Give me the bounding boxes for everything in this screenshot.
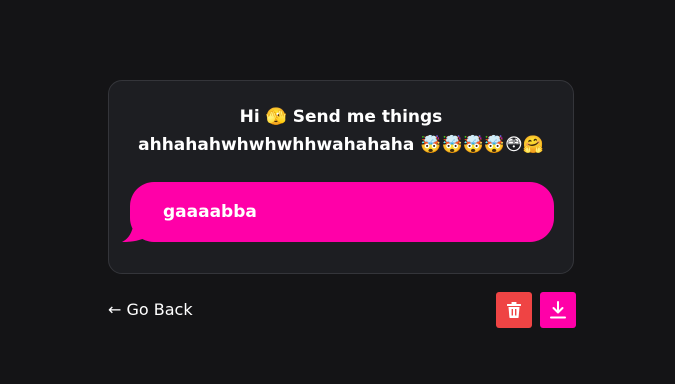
message-card: Hi 🫣 Send me things ahhahahwhwhwhhwahaha… [108, 80, 574, 274]
bubble-body: gaaaabba [130, 182, 554, 242]
download-button[interactable] [540, 292, 576, 328]
delete-button[interactable] [496, 292, 532, 328]
message-bubble: gaaaabba [122, 182, 554, 242]
download-icon [550, 301, 566, 319]
prompt-line-2: ahhahahwhwhwhhwahahaha 🤯🤯🤯🤯😳🤗 [138, 135, 544, 155]
message-text: gaaaabba [163, 202, 257, 222]
prompt-line-1: Hi 🫣 Send me things [239, 107, 443, 127]
go-back-link[interactable]: ← Go Back [108, 300, 193, 320]
trash-icon [507, 302, 521, 318]
footer-bar: ← Go Back [108, 292, 576, 328]
prompt-text: Hi 🫣 Send me things ahhahahwhwhwhhwahaha… [109, 103, 573, 159]
